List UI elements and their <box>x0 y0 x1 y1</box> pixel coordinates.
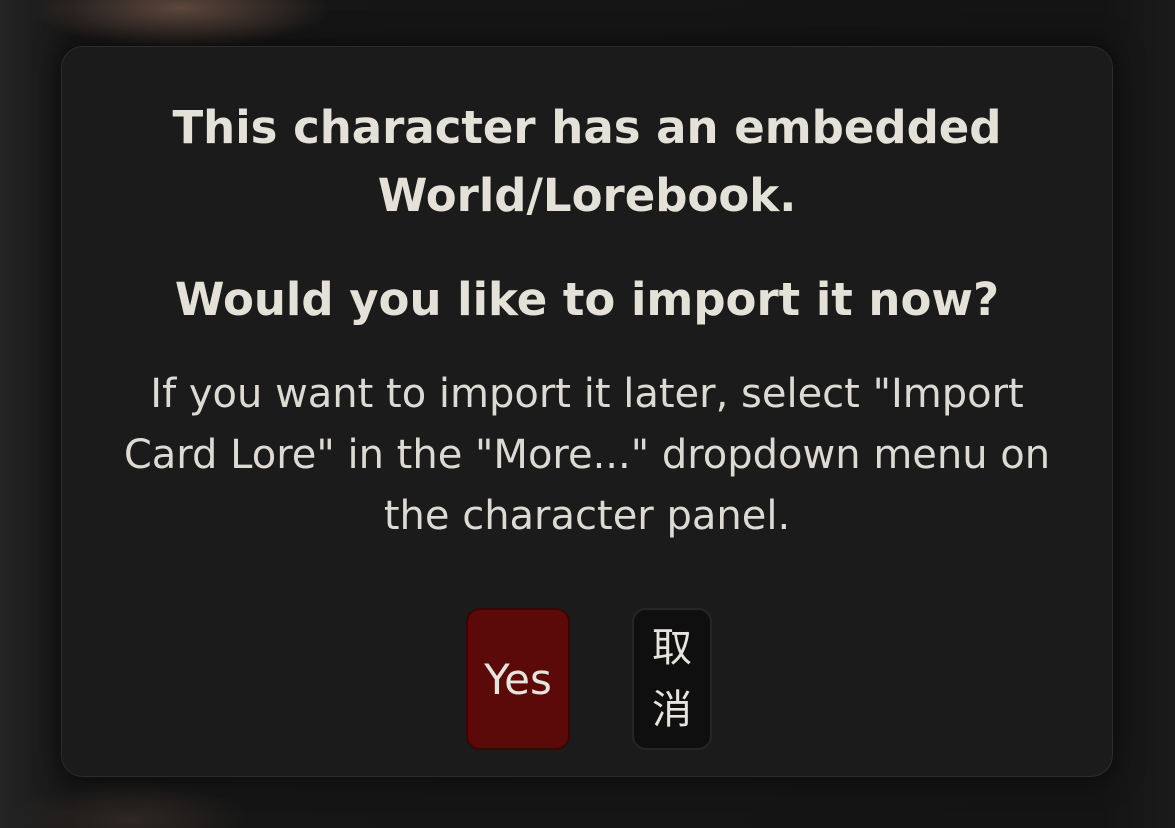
yes-button[interactable]: Yes <box>466 608 570 750</box>
cancel-button[interactable]: 取消 <box>632 608 712 750</box>
dialog-question: Would you like to import it now? <box>174 273 1000 326</box>
dialog-title: This character has an embedded World/Lor… <box>172 101 1002 222</box>
import-lorebook-dialog: This character has an embedded World/Lor… <box>61 46 1113 777</box>
dialog-message: If you want to import it later, select "… <box>123 371 1051 539</box>
